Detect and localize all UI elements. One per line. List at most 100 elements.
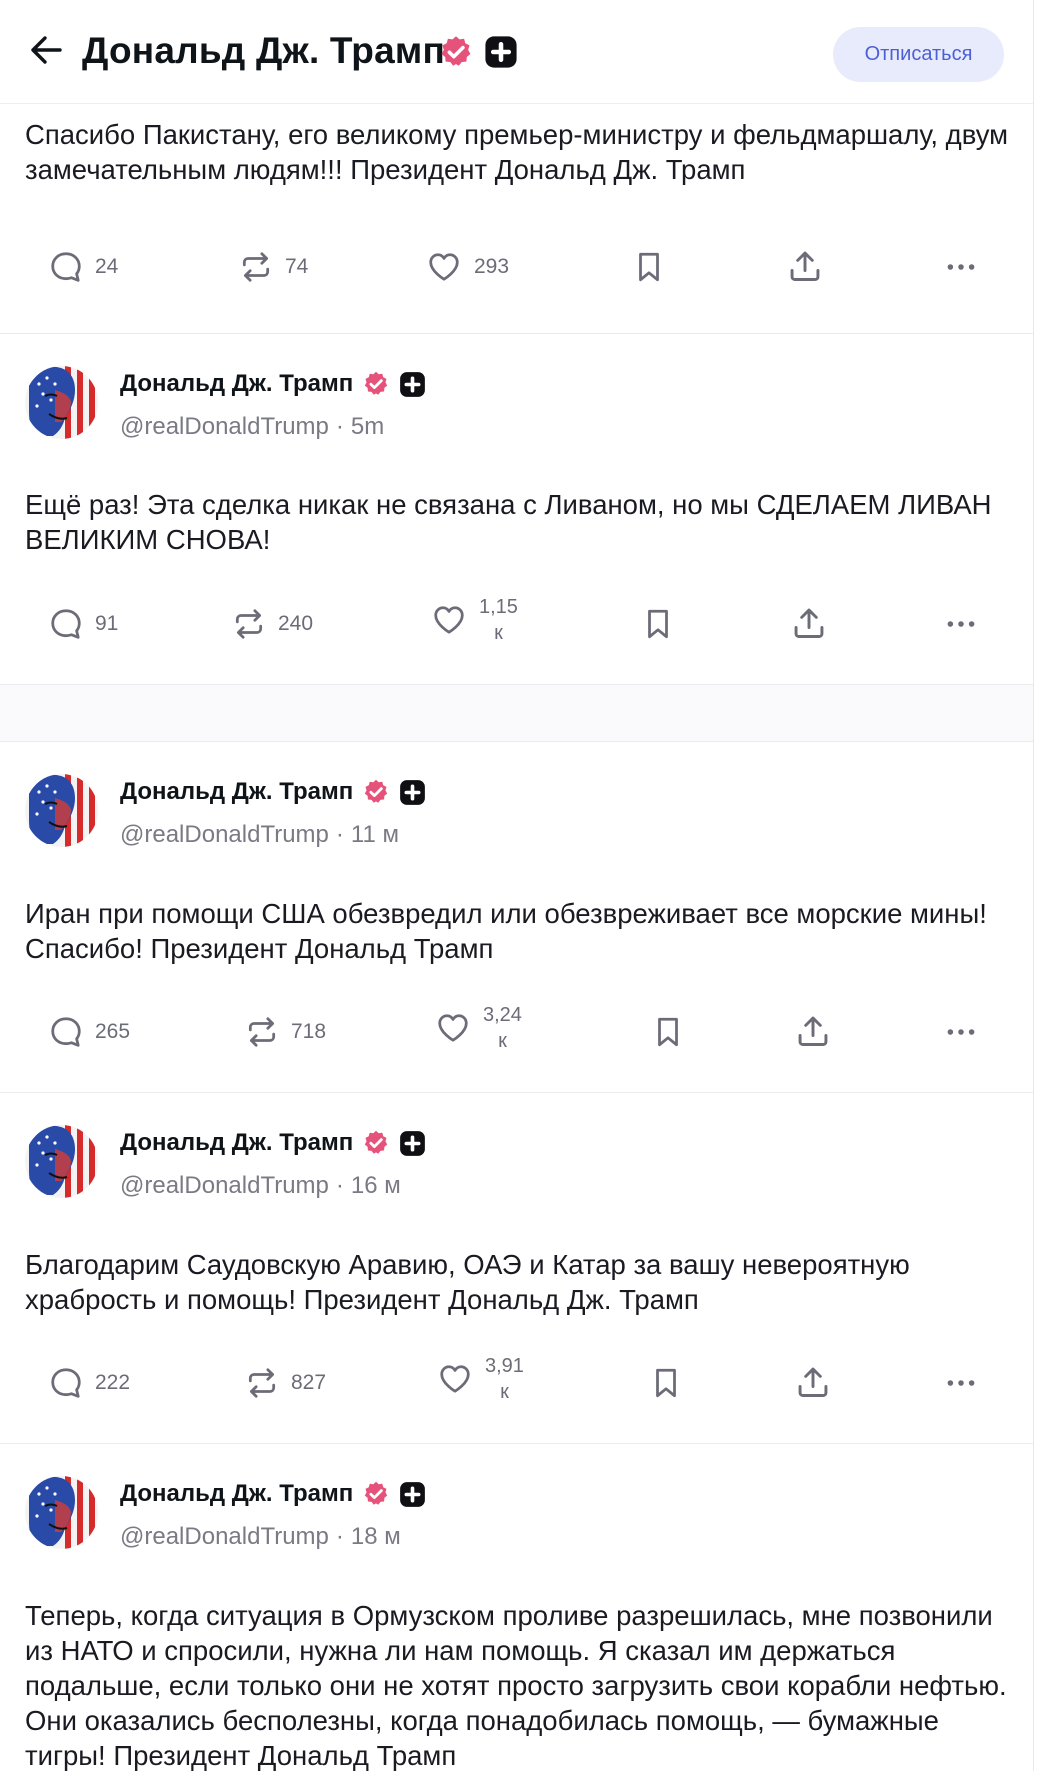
back-arrow-icon — [31, 36, 62, 64]
share-icon — [795, 1364, 831, 1400]
bookmark-button[interactable] — [641, 607, 675, 641]
like-button[interactable]: 1,15 к — [431, 594, 518, 646]
author-row: Дональд Дж. Трамп — [120, 1129, 426, 1157]
post-card[interactable]: Дональд Дж. Трамп @realDonaldTrump · 16 … — [0, 1093, 1033, 1443]
share-button[interactable] — [791, 605, 827, 641]
like-count: 1,15 — [479, 596, 518, 618]
separator-dot: · — [335, 821, 344, 848]
author-row: Дональд Дж. Трамп — [120, 370, 426, 398]
more-icon — [944, 607, 978, 641]
post-time[interactable]: 5m — [351, 413, 384, 441]
share-button[interactable] — [795, 1364, 831, 1400]
post-time[interactable]: 11 м — [351, 821, 399, 849]
author-name[interactable]: Дональд Дж. Трамп — [120, 370, 353, 398]
avatar[interactable] — [25, 1125, 98, 1198]
post-text: Благодарим Саудовскую Аравию, ОАЭ и Ката… — [25, 1249, 910, 1315]
reply-icon — [49, 1366, 83, 1400]
reply-button[interactable]: 24 — [49, 250, 118, 284]
reply-count: 265 — [95, 1020, 131, 1043]
repost-count: 827 — [291, 1371, 327, 1394]
separator-dot: · — [335, 413, 344, 440]
like-icon — [435, 1011, 471, 1045]
avatar[interactable] — [25, 1476, 98, 1549]
post-card[interactable]: Спасибо Пакистану, его великому премьер-… — [0, 105, 1033, 333]
author-handle[interactable]: @realDonaldTrump — [120, 1523, 329, 1551]
reply-icon — [49, 250, 83, 284]
unsubscribe-button[interactable]: Отписаться — [833, 27, 1004, 82]
like-count: 3,91 — [485, 1355, 524, 1377]
post-actions: 24 74 293 — [0, 237, 1033, 297]
author-row: Дональд Дж. Трамп — [120, 1480, 426, 1508]
like-icon — [426, 250, 462, 284]
post-card[interactable]: Дональд Дж. Трамп @realDonaldTrump · 18 … — [0, 1444, 1033, 1771]
verified-badge-icon — [362, 1480, 390, 1508]
like-count: 293 — [474, 255, 510, 278]
reply-button[interactable]: 265 — [49, 1015, 130, 1049]
post-text: Ещё раз! Эта сделка никак не связана с Л… — [25, 489, 992, 555]
bookmark-button[interactable] — [632, 250, 666, 284]
handle-row: @realDonaldTrump · 16 м — [120, 1172, 401, 1200]
back-button[interactable] — [26, 30, 66, 70]
share-icon — [791, 605, 827, 641]
author-name[interactable]: Дональд Дж. Трамп — [120, 778, 353, 806]
post-card[interactable]: Дональд Дж. Трамп @realDonaldTrump · 5m … — [0, 334, 1033, 684]
share-button[interactable] — [787, 248, 823, 284]
reply-count: 91 — [95, 612, 119, 635]
author-handle[interactable]: @realDonaldTrump — [120, 821, 329, 849]
repost-count: 74 — [285, 255, 309, 278]
more-icon — [944, 1015, 978, 1049]
reply-button[interactable]: 222 — [49, 1366, 130, 1400]
reply-count: 24 — [95, 255, 119, 278]
repost-button[interactable]: 240 — [232, 607, 313, 641]
like-button[interactable]: 3,24 к — [435, 1002, 522, 1054]
avatar-image — [25, 774, 98, 847]
share-button[interactable] — [795, 1013, 831, 1049]
post-time[interactable]: 18 м — [351, 1523, 401, 1551]
profile-header: Дональд Дж. Трамп Отписаться — [0, 0, 1033, 104]
like-count-stack: 3,91 к — [485, 1353, 524, 1405]
author-name[interactable]: Дональд Дж. Трамп — [120, 1480, 353, 1508]
reply-count: 222 — [95, 1371, 131, 1394]
bookmark-button[interactable] — [651, 1015, 685, 1049]
repost-icon — [239, 250, 273, 284]
more-button[interactable] — [944, 250, 978, 284]
repost-button[interactable]: 827 — [245, 1366, 326, 1400]
more-icon — [944, 250, 978, 284]
author-handle[interactable]: @realDonaldTrump — [120, 1172, 329, 1200]
avatar[interactable] — [25, 774, 98, 847]
separator-dot: · — [335, 1172, 344, 1199]
like-icon — [437, 1362, 473, 1396]
avatar[interactable] — [25, 366, 98, 439]
more-button[interactable] — [944, 1366, 978, 1400]
post-actions: 222 827 3,91 к — [0, 1353, 1033, 1413]
post-text: Спасибо Пакистану, его великому премьер-… — [25, 119, 1009, 185]
plus-badge-icon — [399, 779, 426, 806]
post-actions: 91 240 1,15 к — [0, 594, 1033, 654]
avatar-image — [25, 366, 98, 439]
plus-badge-icon — [399, 1130, 426, 1157]
like-count-stack: 1,15 к — [479, 594, 518, 646]
post-actions: 265 718 3,24 к — [0, 1002, 1033, 1062]
author-handle[interactable]: @realDonaldTrump — [120, 413, 329, 441]
more-button[interactable] — [944, 607, 978, 641]
like-icon — [431, 603, 467, 637]
post-card[interactable]: Дональд Дж. Трамп @realDonaldTrump · 11 … — [0, 742, 1033, 1092]
repost-button[interactable]: 718 — [245, 1015, 326, 1049]
like-button[interactable]: 293 — [426, 250, 509, 284]
post-text: Иран при помощи США обезвредил или обезв… — [25, 898, 987, 964]
author-name[interactable]: Дональд Дж. Трамп — [120, 1129, 353, 1157]
repost-button[interactable]: 74 — [239, 250, 308, 284]
bookmark-button[interactable] — [649, 1366, 683, 1400]
post-time[interactable]: 16 м — [351, 1172, 401, 1200]
verified-badge-icon — [362, 778, 390, 806]
author-row: Дональд Дж. Трамп — [120, 778, 426, 806]
bookmark-icon — [649, 1366, 683, 1400]
reply-button[interactable]: 91 — [49, 607, 118, 641]
repost-count: 240 — [278, 612, 314, 635]
like-count-stack: 3,24 к — [483, 1002, 522, 1054]
plus-badge-icon — [399, 1481, 426, 1508]
feed-page: Дональд Дж. Трамп Отписаться Спасибо Пак… — [0, 0, 1041, 1771]
like-button[interactable]: 3,91 к — [437, 1353, 524, 1405]
more-button[interactable] — [944, 1015, 978, 1049]
bookmark-icon — [651, 1015, 685, 1049]
